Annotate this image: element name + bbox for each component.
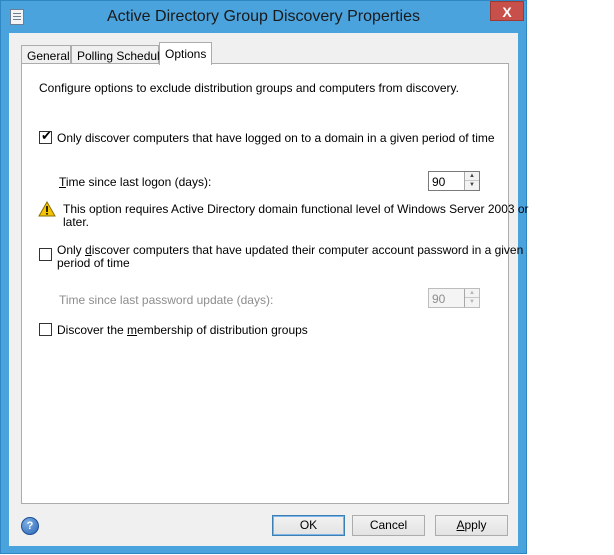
password-period-checkbox[interactable] bbox=[39, 248, 52, 261]
warning-text-line1: This option requires Active Directory do… bbox=[63, 202, 529, 216]
tab-general[interactable]: General bbox=[21, 45, 71, 64]
apply-accel: A bbox=[456, 518, 465, 532]
logon-period-label[interactable]: Only discover computers that have logged… bbox=[57, 131, 495, 145]
cancel-button[interactable]: Cancel bbox=[352, 515, 425, 536]
membership-label[interactable]: Discover the membership of distribution … bbox=[57, 323, 308, 337]
warning-text-line2: later. bbox=[63, 215, 90, 229]
options-tab-panel: Configure options to exclude distributio… bbox=[21, 63, 529, 504]
spin-down-arrow-icon[interactable]: ▼ bbox=[465, 181, 479, 190]
spin-up-arrow-icon: ▲ bbox=[465, 289, 479, 298]
logon-days-label-text: ime since last logon (days): bbox=[65, 175, 212, 189]
tab-polling-schedule[interactable]: Polling Schedule bbox=[71, 45, 166, 64]
apply-label-rest: pply bbox=[464, 518, 487, 532]
tab-options[interactable]: Options bbox=[159, 42, 212, 65]
help-icon[interactable]: ? bbox=[21, 517, 39, 535]
title-bar[interactable]: Active Directory Group Discovery Propert… bbox=[1, 1, 526, 33]
ok-button[interactable]: OK bbox=[272, 515, 345, 536]
dialog-window: Active Directory Group Discovery Propert… bbox=[0, 0, 529, 554]
spin-up-arrow-icon[interactable]: ▲ bbox=[465, 172, 479, 181]
window-title: Active Directory Group Discovery Propert… bbox=[107, 8, 420, 25]
apply-button[interactable]: Apply bbox=[435, 515, 508, 536]
membership-checkbox[interactable] bbox=[39, 323, 52, 336]
options-description: Configure options to exclude distributio… bbox=[39, 81, 459, 95]
logon-period-checkbox[interactable]: ✔ bbox=[39, 128, 52, 144]
password-period-accel: d bbox=[85, 243, 92, 257]
dialog-client-area: General Polling Schedule Options Configu… bbox=[9, 33, 529, 546]
close-button[interactable]: X bbox=[490, 1, 524, 21]
warning-icon bbox=[38, 201, 56, 217]
checkmark-icon: ✔ bbox=[41, 128, 52, 143]
password-period-label-pre: Only bbox=[57, 243, 86, 257]
membership-label-post: embership of distribution groups bbox=[137, 323, 308, 337]
password-days-spin-buttons: ▲ ▼ bbox=[464, 289, 479, 307]
membership-accel: m bbox=[127, 323, 138, 337]
membership-label-pre: Discover the bbox=[57, 323, 128, 337]
password-days-spinner: 90 ▲ ▼ bbox=[428, 288, 480, 308]
password-days-label: Time since last password update (days): bbox=[59, 293, 274, 307]
logon-days-spinner[interactable]: 90 ▲ ▼ bbox=[428, 171, 480, 191]
password-period-label[interactable]: Only discover computers that have update… bbox=[57, 243, 523, 257]
logon-days-value[interactable]: 90 bbox=[432, 175, 445, 189]
spin-down-arrow-icon: ▼ bbox=[465, 298, 479, 307]
logon-days-spin-buttons: ▲ ▼ bbox=[464, 172, 479, 190]
logon-days-accel: T bbox=[59, 175, 66, 189]
password-period-label-line2[interactable]: period of time bbox=[57, 256, 130, 270]
logon-days-label: Time since last logon (days): bbox=[59, 175, 211, 189]
password-days-value: 90 bbox=[432, 292, 446, 306]
password-period-label-post: iscover computers that have updated thei… bbox=[91, 243, 524, 257]
